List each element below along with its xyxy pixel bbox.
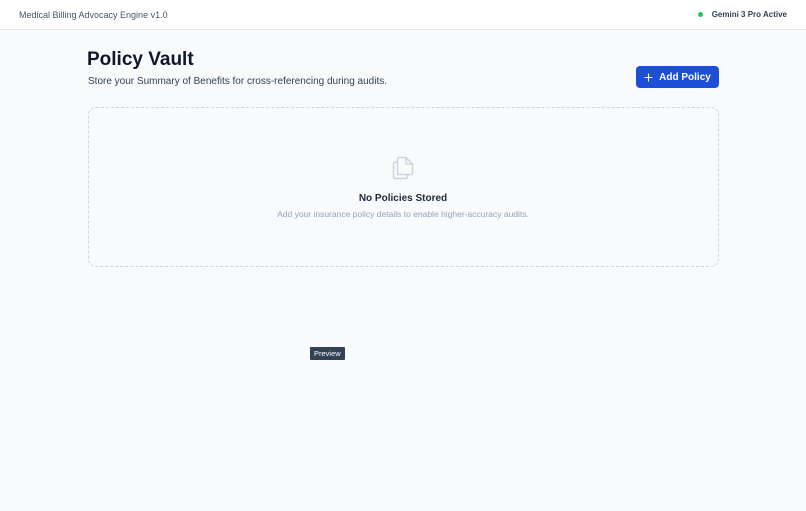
add-policy-label: Add Policy <box>659 71 711 83</box>
page-subtitle: Store your Summary of Benefits for cross… <box>88 76 388 87</box>
plus-icon <box>644 72 653 82</box>
top-bar: Medical Billing Advocacy Engine v1.0 Gem… <box>0 0 806 30</box>
empty-state-panel <box>88 107 719 267</box>
model-status: Gemini 3 Pro Active <box>697 10 787 19</box>
status-dot-icon <box>697 12 703 17</box>
status-label: Gemini 3 Pro Active <box>711 10 787 19</box>
app-title: Medical Billing Advocacy Engine v1.0 <box>19 10 168 20</box>
empty-state-title: No Policies Stored <box>358 193 448 204</box>
page-title: Policy Vault <box>87 49 194 70</box>
document-copy-icon <box>392 156 414 180</box>
preview-tooltip: Preview <box>310 347 345 360</box>
add-policy-button[interactable]: Add Policy <box>636 66 719 88</box>
empty-state-description: Add your insurance policy details to ena… <box>277 209 529 219</box>
